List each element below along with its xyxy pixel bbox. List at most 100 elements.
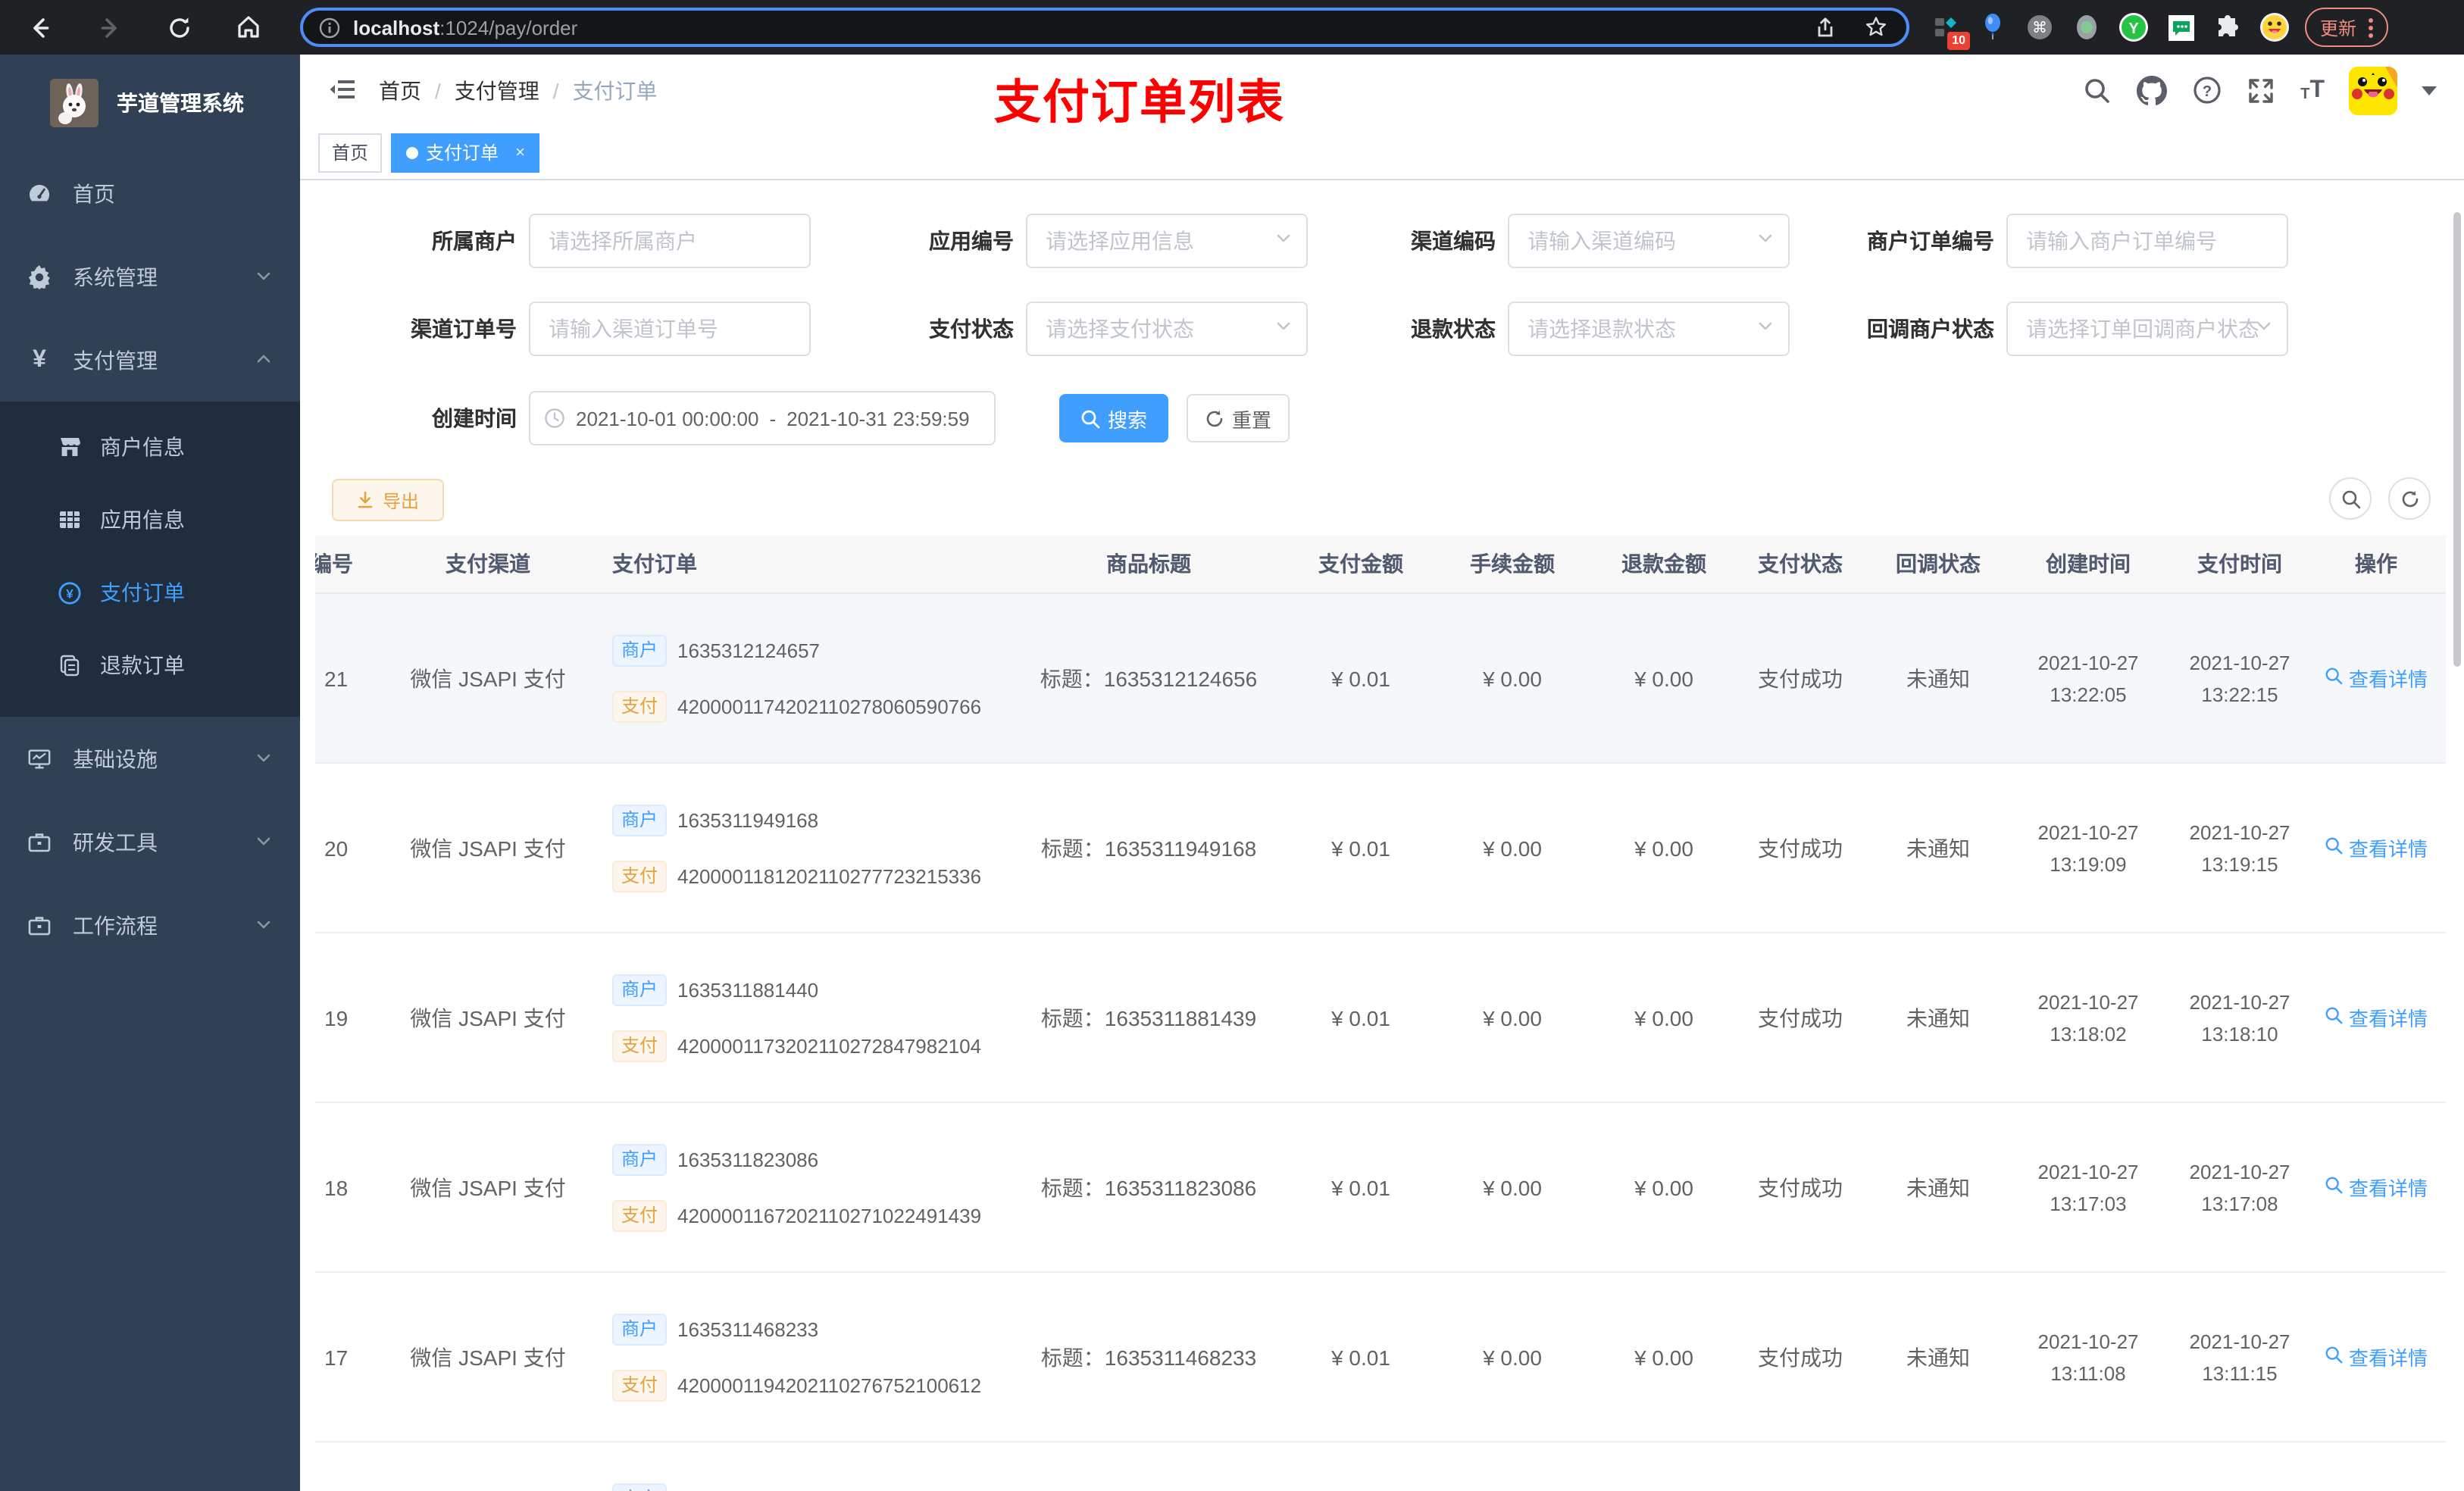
- user-avatar[interactable]: [2349, 66, 2397, 114]
- filter-label: 回调商户状态: [1867, 317, 1994, 341]
- cell-refund: ¥ 0.00: [1634, 1005, 1693, 1030]
- filter-select[interactable]: 请选择退款状态: [1508, 302, 1790, 356]
- merchant-order-no: 1635311468233: [677, 1318, 819, 1340]
- url-bar[interactable]: localhost:1024/pay/order: [300, 8, 1909, 47]
- sidebar-item-label: 应用信息: [100, 508, 185, 532]
- sidebar-item-label: 支付管理: [73, 348, 158, 372]
- view-detail-link[interactable]: 查看详情: [2325, 1173, 2428, 1202]
- emoji-extension-icon[interactable]: [2259, 12, 2290, 42]
- column-header-9: 创建时间: [2046, 552, 2131, 576]
- help-icon[interactable]: ?: [2191, 75, 2222, 105]
- table-header-row: 编号 支付渠道 支付订单 商品标题 支付金额 手续金额 退款金额 支付状态 回调状态 创建时间 支付…: [315, 535, 2446, 594]
- breadcrumb-item[interactable]: 支付管理: [455, 75, 539, 105]
- filter-input[interactable]: 请选择所属商户: [529, 214, 811, 268]
- pinned-extension-icon[interactable]: 10: [1931, 12, 1970, 50]
- merchant-tag: 商户: [612, 1143, 668, 1175]
- sidebar-item-workflow[interactable]: 工作流程: [0, 883, 300, 967]
- cell-notify-status: 未通知: [1906, 666, 1970, 690]
- filter-select[interactable]: 请选择订单回调商户状态: [2006, 302, 2288, 356]
- sidebar-item-refund-order[interactable]: 退款订单: [0, 629, 300, 702]
- chat-extension-icon[interactable]: [2165, 12, 2196, 42]
- cell-pay-status: 支付成功: [1758, 836, 1843, 860]
- view-detail-link[interactable]: 查看详情: [2325, 1343, 2428, 1371]
- sidebar-menu: 首页系统管理 ¥ 支付管理商户信息应用信息 ¥ 支付订单 退款订单基础设施研发工具 工作流程: [0, 152, 300, 967]
- dashboard-icon: [27, 181, 52, 205]
- shop-icon: [58, 435, 82, 459]
- search-button[interactable]: 搜索: [1059, 394, 1168, 442]
- extension-badge: 10: [1947, 32, 1970, 50]
- puzzle-extensions-icon[interactable]: [2212, 12, 2243, 42]
- bookmark-star-icon[interactable]: [1861, 12, 1891, 42]
- user-menu-caret-icon[interactable]: [2422, 86, 2437, 95]
- sidebar-item-pay-order[interactable]: ¥ 支付订单: [0, 556, 300, 629]
- tab-close-icon[interactable]: ×: [515, 143, 525, 161]
- svg-text:¥: ¥: [66, 586, 73, 601]
- font-size-icon[interactable]: TT: [2300, 77, 2325, 102]
- reload-icon[interactable]: [164, 12, 194, 42]
- view-detail-link[interactable]: 查看详情: [2325, 833, 2428, 862]
- sidebar-toggle-icon[interactable]: [327, 74, 358, 105]
- back-icon[interactable]: [24, 12, 55, 42]
- sidebar-item-infra[interactable]: 基础设施: [0, 717, 300, 800]
- sidebar-item-pay[interactable]: ¥ 支付管理: [0, 318, 300, 402]
- share-icon[interactable]: [1809, 12, 1840, 42]
- page-scrollbar[interactable]: [2453, 212, 2461, 667]
- cell-create-time: 2021-10-27 13:17:03: [2037, 1160, 2139, 1214]
- sidebar: 芋道管理系统 首页 系统管理 ¥ 支付管理 商户信息 应用信息 ¥ 支付订单 退款订单 基础设施研…: [0, 55, 300, 1491]
- cell-amount: ¥ 0.01: [1331, 1345, 1390, 1369]
- forward-icon[interactable]: [94, 12, 124, 42]
- column-header-8: 回调状态: [1896, 552, 1981, 576]
- sidebar-item-label: 基础设施: [73, 746, 158, 771]
- filter-placeholder: 请选择应用信息: [1046, 229, 1194, 253]
- balloon-extension-icon[interactable]: [1978, 12, 2008, 42]
- export-button[interactable]: 导出: [332, 479, 444, 521]
- chevron-down-icon: [255, 746, 273, 771]
- fullscreen-icon[interactable]: [2246, 75, 2276, 105]
- record-extension-icon[interactable]: [2072, 12, 2102, 42]
- cell-id: 18: [324, 1175, 349, 1199]
- sidebar-item-home[interactable]: 首页: [0, 152, 300, 235]
- cell-create-time: 2021-10-27 13:11:08: [2037, 1330, 2139, 1384]
- tab-home[interactable]: 首页: [318, 133, 383, 172]
- sidebar-item-system[interactable]: 系统管理: [0, 235, 300, 318]
- search-icon[interactable]: [2082, 75, 2112, 105]
- command-extension-icon[interactable]: ⌘: [2025, 12, 2055, 42]
- merchant-order-no: 1635311949168: [677, 808, 819, 831]
- filter-placeholder: 请选择所属商户: [549, 229, 697, 253]
- filter-placeholder: 请输入渠道订单号: [549, 317, 718, 341]
- home-icon[interactable]: [233, 12, 264, 42]
- cell-create-time: 2021-10-27 13:18:02: [2037, 990, 2139, 1045]
- view-detail-link[interactable]: 查看详情: [2325, 664, 2428, 692]
- filter-select[interactable]: 请输入渠道编码: [1508, 214, 1790, 268]
- cell-pay-order: 商户 1635311451796: [594, 1483, 1000, 1491]
- toggle-search-button[interactable]: [2329, 477, 2372, 520]
- tab-pay-order[interactable]: 支付订单 ×: [391, 133, 540, 172]
- create-time-range-picker[interactable]: 2021-10-01 00:00:00 - 2021-10-31 23:59:5…: [529, 391, 996, 445]
- merchant-tag: 商户: [612, 1483, 668, 1491]
- site-info-icon[interactable]: [318, 16, 341, 39]
- chevron-down-icon: [255, 264, 273, 289]
- sidebar-item-dev-tools[interactable]: 研发工具: [0, 800, 300, 883]
- filter-input[interactable]: 请输入商户订单编号: [2006, 214, 2288, 268]
- sidebar-item-label: 首页: [73, 181, 115, 205]
- reset-button[interactable]: 重置: [1187, 394, 1290, 442]
- view-detail-link[interactable]: 查看详情: [2325, 1003, 2428, 1032]
- cell-amount: ¥ 0.01: [1331, 836, 1390, 860]
- channel-order-no: 4200001167202110271022491439: [677, 1204, 982, 1227]
- filter-select[interactable]: 请选择应用信息: [1026, 214, 1308, 268]
- browser-menu-icon[interactable]: [2369, 17, 2374, 37]
- y-extension-icon[interactable]: Y: [2118, 12, 2149, 42]
- github-icon[interactable]: [2137, 75, 2168, 105]
- pay-tag: 支付: [612, 1369, 668, 1401]
- sidebar-item-app-info[interactable]: 应用信息: [0, 483, 300, 556]
- yen-icon: ¥: [33, 346, 46, 372]
- filter-input[interactable]: 请输入渠道订单号: [529, 302, 811, 356]
- refresh-table-button[interactable]: [2388, 477, 2431, 520]
- browser-update-button[interactable]: 更新: [2305, 8, 2389, 47]
- date-separator: -: [769, 407, 777, 430]
- filter-field-2: 渠道编码 请输入渠道编码: [1329, 214, 1790, 268]
- filter-select[interactable]: 请选择支付状态: [1026, 302, 1308, 356]
- column-header-0: 编号: [315, 552, 353, 576]
- sidebar-item-merchant-info[interactable]: 商户信息: [0, 411, 300, 483]
- breadcrumb-item[interactable]: 首页: [379, 75, 421, 105]
